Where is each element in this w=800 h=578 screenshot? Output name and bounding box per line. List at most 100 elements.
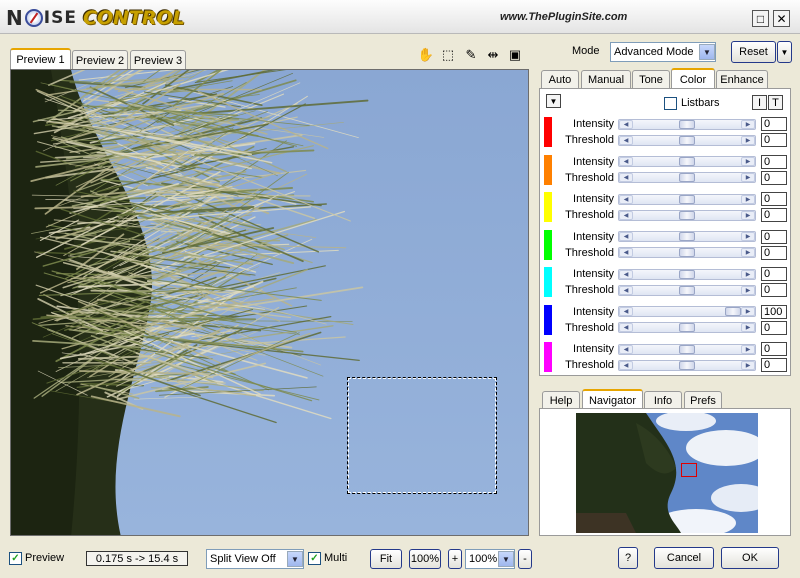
mode-select[interactable]: Advanced Mode ▼ xyxy=(610,42,716,62)
tab-color[interactable]: Color xyxy=(671,68,715,89)
arrow-right-icon[interactable]: ▶ xyxy=(741,285,755,295)
intensity-slider[interactable]: ◀ ▶ xyxy=(618,118,756,130)
arrow-right-icon[interactable]: ▶ xyxy=(741,248,755,257)
arrow-right-icon[interactable]: ▶ xyxy=(741,157,755,166)
marquee-tool-button[interactable]: ⬚ xyxy=(440,47,456,63)
slider-thumb[interactable] xyxy=(679,157,695,166)
arrow-right-icon[interactable]: ▶ xyxy=(741,232,755,241)
navigator-thumbnail[interactable] xyxy=(576,413,758,533)
preview-checkbox[interactable]: ✓ xyxy=(9,552,22,565)
intensity-slider[interactable]: ◀ ▶ xyxy=(618,156,756,167)
reset-dropdown-button[interactable]: ▼ xyxy=(777,41,792,63)
tab-info[interactable]: Info xyxy=(644,391,682,409)
slider-thumb[interactable] xyxy=(725,307,741,316)
arrow-right-icon[interactable]: ▶ xyxy=(741,119,755,129)
intensity-slider[interactable]: ◀ ▶ xyxy=(618,231,756,242)
arrow-left-icon[interactable]: ◀ xyxy=(619,269,633,279)
tab-preview-2[interactable]: Preview 2 xyxy=(72,50,128,70)
threshold-slider[interactable]: ◀ ▶ xyxy=(618,359,756,371)
arrow-right-icon[interactable]: ▶ xyxy=(741,307,755,316)
arrow-left-icon[interactable]: ◀ xyxy=(619,135,633,145)
ok-button[interactable]: OK xyxy=(721,547,779,569)
tab-auto[interactable]: Auto xyxy=(541,70,579,88)
threshold-value-field[interactable]: 0 xyxy=(761,133,787,147)
threshold-value-field[interactable]: 0 xyxy=(761,208,787,222)
threshold-value-field[interactable]: 0 xyxy=(761,170,787,185)
arrow-left-icon[interactable]: ◀ xyxy=(619,119,633,129)
arrow-left-icon[interactable]: ◀ xyxy=(619,285,633,295)
multi-checkbox[interactable]: ✓ xyxy=(308,552,321,565)
split-compare-tool-button[interactable]: ⇹ xyxy=(485,47,501,63)
threshold-slider[interactable]: ◀ ▶ xyxy=(618,247,756,258)
threshold-value-field[interactable]: 0 xyxy=(761,358,787,372)
threshold-slider[interactable]: ◀ ▶ xyxy=(618,209,756,221)
intensity-value-field[interactable]: 0 xyxy=(761,154,787,169)
arrow-left-icon[interactable]: ◀ xyxy=(619,232,633,241)
help-button[interactable]: ? xyxy=(618,547,638,569)
site-url[interactable]: www.ThePluginSite.com xyxy=(500,11,627,23)
arrow-right-icon[interactable]: ▶ xyxy=(741,173,755,182)
intensity-slider[interactable]: ◀ ▶ xyxy=(618,268,756,280)
slider-thumb[interactable] xyxy=(679,360,695,370)
slider-thumb[interactable] xyxy=(679,210,695,220)
selection-marquee[interactable] xyxy=(347,377,497,494)
tab-enhance[interactable]: Enhance xyxy=(716,70,768,88)
slider-thumb[interactable] xyxy=(679,248,695,257)
intensity-value-field[interactable]: 0 xyxy=(761,229,787,244)
intensity-slider[interactable]: ◀ ▶ xyxy=(618,343,756,355)
threshold-value-field[interactable]: 0 xyxy=(761,320,787,335)
threshold-slider[interactable]: ◀ ▶ xyxy=(618,134,756,146)
arrow-left-icon[interactable]: ◀ xyxy=(619,157,633,166)
close-button[interactable]: ✕ xyxy=(773,10,790,27)
threshold-value-field[interactable]: 0 xyxy=(761,283,787,297)
zoom-in-button[interactable]: + xyxy=(448,549,462,569)
intensity-value-field[interactable]: 100 xyxy=(761,304,787,319)
tab-tone[interactable]: Tone xyxy=(632,70,670,88)
tab-navigator[interactable]: Navigator xyxy=(582,389,643,410)
slider-thumb[interactable] xyxy=(679,135,695,145)
arrow-right-icon[interactable]: ▶ xyxy=(741,323,755,332)
arrow-right-icon[interactable]: ▶ xyxy=(741,210,755,220)
zoom-out-button[interactable]: - xyxy=(518,549,532,569)
zoom-select[interactable]: 100% ▼ xyxy=(465,549,515,569)
maximize-button[interactable]: □ xyxy=(752,10,769,27)
intensity-slider[interactable]: ◀ ▶ xyxy=(618,306,756,317)
intensity-value-field[interactable]: 0 xyxy=(761,267,787,281)
slider-thumb[interactable] xyxy=(679,232,695,241)
arrow-right-icon[interactable]: ▶ xyxy=(741,269,755,279)
arrow-left-icon[interactable]: ◀ xyxy=(619,344,633,354)
intensity-slider[interactable]: ◀ ▶ xyxy=(618,193,756,205)
arrow-left-icon[interactable]: ◀ xyxy=(619,248,633,257)
threshold-value-field[interactable]: 0 xyxy=(761,245,787,260)
tab-preview-1[interactable]: Preview 1 xyxy=(10,48,71,70)
slider-thumb[interactable] xyxy=(679,344,695,354)
arrow-left-icon[interactable]: ◀ xyxy=(619,194,633,204)
split-view-select[interactable]: Split View Off ▼ xyxy=(206,549,304,569)
threshold-slider[interactable]: ◀ ▶ xyxy=(618,322,756,333)
slider-thumb[interactable] xyxy=(679,194,695,204)
slider-thumb[interactable] xyxy=(679,269,695,279)
threshold-slider[interactable]: ◀ ▶ xyxy=(618,284,756,296)
arrow-left-icon[interactable]: ◀ xyxy=(619,360,633,370)
fit-button[interactable]: Fit xyxy=(370,549,402,569)
arrow-left-icon[interactable]: ◀ xyxy=(619,173,633,182)
navigator-viewport-box[interactable] xyxy=(681,463,697,477)
intensity-value-field[interactable]: 0 xyxy=(761,117,787,131)
arrow-left-icon[interactable]: ◀ xyxy=(619,307,633,316)
intensity-value-field[interactable]: 0 xyxy=(761,192,787,206)
arrow-right-icon[interactable]: ▶ xyxy=(741,135,755,145)
arrow-left-icon[interactable]: ◀ xyxy=(619,210,633,220)
eyedropper-tool-button[interactable]: ✎ xyxy=(463,47,479,63)
zoom-100-button[interactable]: 100% xyxy=(409,549,441,569)
arrow-right-icon[interactable]: ▶ xyxy=(741,360,755,370)
intensity-value-field[interactable]: 0 xyxy=(761,342,787,356)
arrow-left-icon[interactable]: ◀ xyxy=(619,323,633,332)
panel-menu-button[interactable]: ▼ xyxy=(546,94,561,108)
tab-help[interactable]: Help xyxy=(542,391,580,409)
i-button[interactable]: I xyxy=(752,95,767,110)
tab-prefs[interactable]: Prefs xyxy=(684,391,722,409)
tab-preview-3[interactable]: Preview 3 xyxy=(130,50,186,70)
fit-frame-tool-button[interactable]: ▣ xyxy=(507,47,523,63)
threshold-slider[interactable]: ◀ ▶ xyxy=(618,172,756,183)
reset-button[interactable]: Reset xyxy=(731,41,776,63)
